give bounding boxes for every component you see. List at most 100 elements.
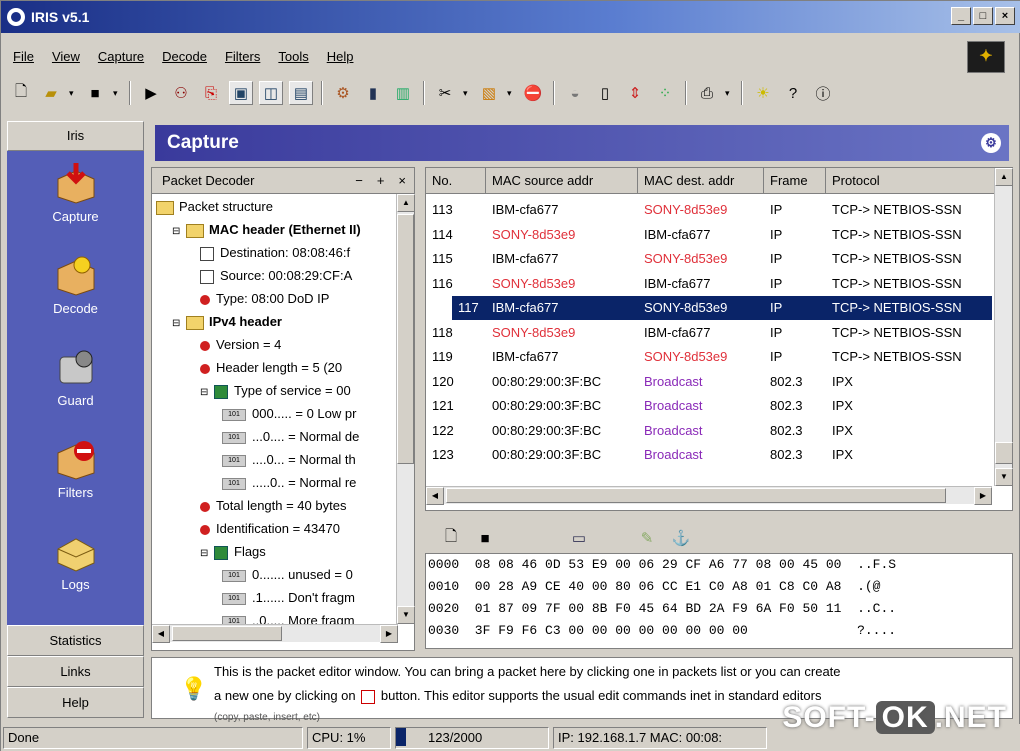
filter-dropdown-icon[interactable]: ▾ [463,88,471,99]
tree-node[interactable]: 101 ....0... = Normal th [222,449,356,471]
new-packet-icon[interactable]: 🗋 [439,526,463,550]
scroll-thumb[interactable] [172,626,282,641]
about-icon[interactable]: ⓘ [811,81,835,105]
tree-node[interactable]: Header length = 5 (20 [200,357,342,379]
collapse-icon[interactable]: − [355,168,363,194]
menu-help[interactable]: Help [325,47,356,69]
sidebar-item-filters[interactable]: Filters [7,437,144,500]
column-protocol[interactable]: Protocol [826,168,992,193]
view-decode-icon[interactable]: ◫ [259,81,283,105]
graph-icon[interactable]: ▥ [391,81,415,105]
packet-row[interactable]: 123 00:80:29:00:3F:BC Broadcast 802.3 IPX [426,443,992,467]
tree-node[interactable]: ⊟ MAC header (Ethernet II) [172,219,361,241]
close-panel-icon[interactable]: × [398,168,406,194]
column-mac-dest[interactable]: MAC dest. addr [638,168,764,193]
tree-node[interactable]: 101 000..... = 0 Low pr [222,403,356,425]
tree-node[interactable]: ⊟ IPv4 header [172,311,282,333]
column-frame[interactable]: Frame [764,168,826,193]
document-icon[interactable]: ▯ [593,81,617,105]
arrow-updown-icon[interactable]: ⇕ [623,81,647,105]
expander-icon[interactable]: ⊟ [200,543,210,565]
expander-icon[interactable]: ⊟ [200,382,210,404]
menu-capture[interactable]: Capture [96,47,146,69]
close-button[interactable]: × [995,7,1015,25]
save-dropdown-icon[interactable]: ▾ [113,88,121,99]
packet-row[interactable]: 121 00:80:29:00:3F:BC Broadcast 802.3 IPX [426,394,992,418]
view-packet-icon[interactable]: ▣ [229,81,253,105]
box-icon[interactable]: ▧ [477,81,501,105]
packet-row[interactable]: 115 IBM-cfa677 SONY-8d53e9 IP TCP-> NETBIOS-… [426,247,992,271]
packet-row[interactable]: 116 SONY-8d53e9 IBM-cfa677 IP TCP-> NETBIOS-… [426,272,992,296]
tree-node[interactable]: ⊟ Flags [200,541,266,563]
print-dropdown-icon[interactable]: ▾ [725,88,733,99]
scroll-down-icon[interactable]: ▼ [995,468,1013,486]
menu-file[interactable]: File [11,47,36,69]
scroll-up-icon[interactable]: ▲ [397,194,415,212]
column-mac-source[interactable]: MAC source addr [486,168,638,193]
menu-decode[interactable]: Decode [160,47,209,69]
disk-icon[interactable]: ◒ [563,81,587,105]
binoculars-icon[interactable]: ⚇ [169,81,193,105]
scroll-up-icon[interactable]: ▲ [995,168,1013,186]
scroll-thumb[interactable] [995,442,1013,464]
column-no[interactable]: No. [426,168,486,193]
packet-row[interactable]: 120 00:80:29:00:3F:BC Broadcast 802.3 IPX [426,370,992,394]
scroll-thumb[interactable] [397,214,414,464]
tree-node[interactable]: Destination: 08:08:46:f [200,242,350,264]
sidebar-item-capture[interactable]: Capture [7,161,144,224]
menu-view[interactable]: View [50,47,82,69]
expander-icon[interactable]: ⊟ [172,313,182,335]
tree-node[interactable]: Total length = 40 bytes [200,495,346,517]
packet-hscroll[interactable]: ◀ ▶ [426,486,992,505]
packet-row[interactable]: 122 00:80:29:00:3F:BC Broadcast 802.3 IPX [426,419,992,443]
tree-node[interactable]: Source: 00:08:29:CF:A [200,265,352,287]
open-folder-icon[interactable]: ▰ [39,81,63,105]
sidebar-help[interactable]: Help [7,687,144,718]
hex-view[interactable]: 0000 08 08 46 0D 53 E9 00 06 29 CF A6 77… [425,553,1013,649]
network-icon[interactable]: ⚓ [669,526,693,550]
expand-icon[interactable]: + [377,168,385,194]
packet-row[interactable]: 113 IBM-cfa677 SONY-8d53e9 IP TCP-> NETBIOS-… [426,198,992,222]
tree-node[interactable]: Packet structure [156,196,273,218]
tree-node[interactable]: 101 ..0..... More fragm [222,610,355,624]
print-icon[interactable]: ⎙ [695,81,719,105]
save-packet-icon[interactable]: ■ [473,526,497,550]
scroll-right-icon[interactable]: ▶ [380,625,398,643]
packet-row[interactable]: 117 IBM-cfa677 SONY-8d53e9 IP TCP-> NETBIOS-… [452,296,992,320]
filter-icon[interactable]: ✂ [433,81,457,105]
open-dropdown-icon[interactable]: ▾ [69,88,77,99]
menu-tools[interactable]: Tools [276,47,310,69]
packet-vscroll[interactable]: ▲ ▼ [994,168,1013,486]
save-icon[interactable]: ■ [83,81,107,105]
tree-node[interactable]: 101 ...0.... = Normal de [222,426,359,448]
packet-row[interactable]: 118 SONY-8d53e9 IBM-cfa677 IP TCP-> NETBIOS-… [426,321,992,345]
scroll-right-icon[interactable]: ▶ [974,487,992,505]
grid-icon[interactable]: ⁘ [653,81,677,105]
sidebar-header[interactable]: Iris [7,121,144,151]
sidebar-links[interactable]: Links [7,656,144,687]
view-hex-icon[interactable]: ▤ [289,81,313,105]
tree-node[interactable]: Identification = 43470 [200,518,340,540]
tree-node[interactable]: Version = 4 [200,334,281,356]
scroll-left-icon[interactable]: ◀ [152,625,170,643]
packet-row[interactable]: 114 SONY-8d53e9 IBM-cfa677 IP TCP-> NETBIOS-… [426,223,992,247]
tree-node[interactable]: 101 .1...... Don't fragm [222,587,355,609]
tree-node[interactable]: 101 0....... unused = 0 [222,564,353,586]
tip-bulb-icon[interactable]: ☀ [751,81,775,105]
minimize-button[interactable]: _ [951,7,971,25]
capture-options-icon[interactable]: ⚙ [981,133,1001,153]
statistics-icon[interactable]: ⚙ [331,81,355,105]
new-file-icon[interactable]: 🗋 [9,81,33,105]
maximize-button[interactable]: □ [973,7,993,25]
packet-row[interactable]: 119 IBM-cfa677 SONY-8d53e9 IP TCP-> NETBIOS-… [426,345,992,369]
stop-icon[interactable]: ⛔ [521,81,545,105]
help-icon[interactable]: ? [781,81,805,105]
scroll-thumb[interactable] [446,488,946,503]
decoder-hscroll[interactable]: ◀ ▶ [152,624,398,643]
expander-icon[interactable]: ⊟ [172,221,182,243]
scroll-down-icon[interactable]: ▼ [397,606,415,624]
sidebar-item-decode[interactable]: Decode [7,253,144,316]
box-dropdown-icon[interactable]: ▾ [507,88,515,99]
send-packet-icon[interactable]: ▭ [567,526,591,550]
tree-node[interactable]: ⊟ Type of service = 00 [200,380,351,402]
